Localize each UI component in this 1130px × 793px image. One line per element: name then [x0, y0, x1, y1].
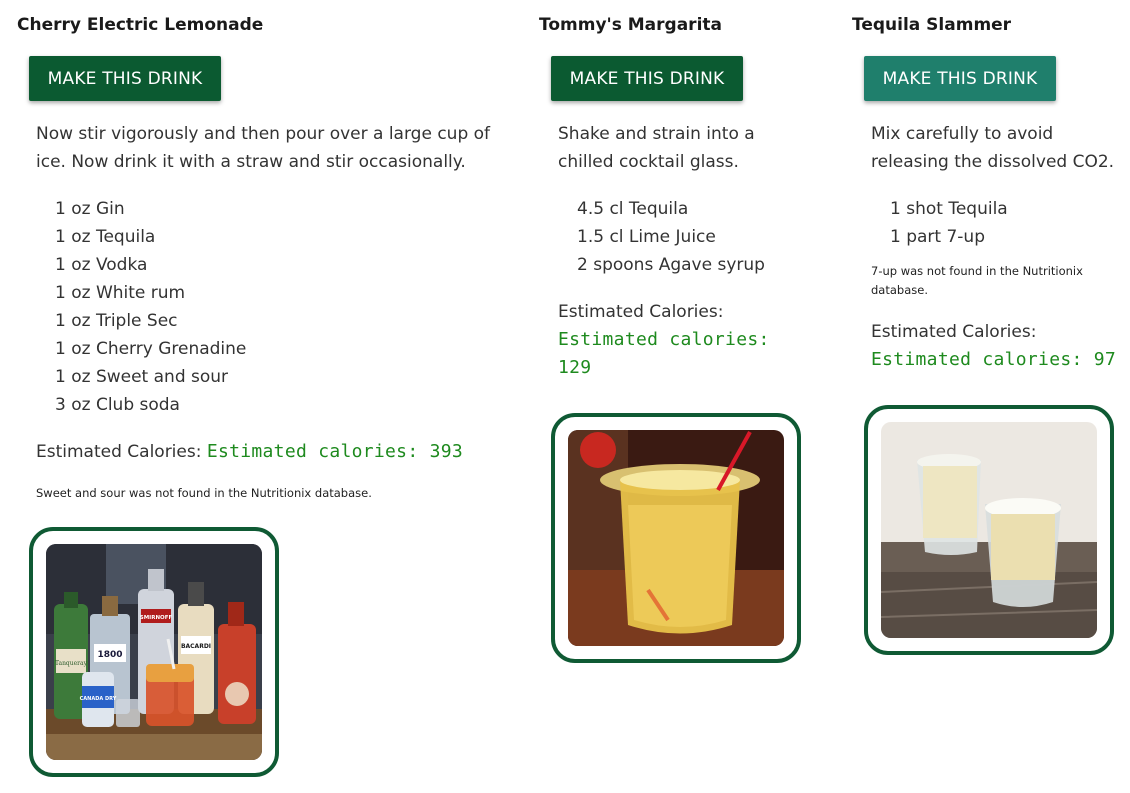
ingredient-item: 1 oz Triple Sec — [55, 311, 178, 331]
bottles-photo-illustration: Tanqueray 1800 SMIRNOFF BACARDI CANADA D… — [46, 544, 262, 760]
drink-title: Tommy's Margarita — [539, 15, 722, 35]
ingredient-list: 1 shot Tequila 1 part 7-up — [890, 195, 1008, 251]
ingredient-list: 4.5 cl Tequila 1.5 cl Lime Juice 2 spoon… — [577, 195, 765, 279]
drink-photo-frame — [551, 413, 801, 663]
drink-photo-frame — [864, 405, 1114, 655]
margarita-photo-illustration — [568, 430, 784, 646]
photo-label-tanqueray: Tanqueray — [55, 660, 88, 667]
drink-instructions: Now stir vigorously and then pour over a… — [36, 124, 491, 172]
calories-value: Estimated calories: 393 — [206, 441, 464, 462]
ingredient-item: 3 oz Club soda — [55, 395, 180, 415]
ingredient-item: 2 spoons Agave syrup — [577, 255, 765, 275]
calories-row: Estimated Calories: Estimated calories: … — [36, 438, 463, 466]
calories-label: Estimated Calories: — [36, 442, 202, 462]
drink-title: Tequila Slammer — [852, 15, 1012, 35]
calories-value: Estimated calories: 129 — [558, 329, 770, 378]
drink-card-tequila-slammer: Tequila Slammer MAKE THIS DRINK Mix care… — [852, 0, 1127, 655]
ingredient-item: 1 oz White rum — [55, 283, 186, 303]
ingredient-item: 1 oz Sweet and sour — [55, 367, 229, 387]
drink-instructions: Shake and strain into a chilled cocktail… — [558, 124, 755, 172]
drink-photo — [568, 430, 784, 646]
drink-instructions: Mix carefully to avoid releasing the dis… — [871, 124, 1115, 172]
ingredient-list: 1 oz Gin 1 oz Tequila 1 oz Vodka 1 oz Wh… — [55, 195, 246, 419]
drink-photo: Tanqueray 1800 SMIRNOFF BACARDI CANADA D… — [46, 544, 262, 760]
ingredient-item: 4.5 cl Tequila — [577, 199, 689, 219]
ingredient-item: 1 oz Vodka — [55, 255, 148, 275]
slammer-photo-illustration — [881, 422, 1097, 638]
ingredient-item: 1 shot Tequila — [890, 199, 1008, 219]
ingredient-item: 1.5 cl Lime Juice — [577, 227, 716, 247]
ingredient-item: 1 oz Cherry Grenadine — [55, 339, 247, 359]
photo-label-bacardi: BACARDI — [181, 643, 211, 650]
photo-label-1800: 1800 — [97, 650, 122, 660]
photo-label-canada-dry: CANADA DRY — [80, 696, 117, 702]
make-this-drink-button[interactable]: MAKE THIS DRINK — [864, 56, 1056, 101]
ingredient-item: 1 oz Gin — [55, 199, 125, 219]
nutrition-note: Sweet and sour was not found in the Nutr… — [36, 486, 372, 500]
make-this-drink-button[interactable]: MAKE THIS DRINK — [551, 56, 743, 101]
calories-value: Estimated calories: 97 — [871, 349, 1117, 370]
ingredient-item: 1 oz Tequila — [55, 227, 156, 247]
ingredient-item: 1 part 7-up — [890, 227, 986, 247]
make-this-drink-button[interactable]: MAKE THIS DRINK — [29, 56, 221, 101]
photo-label-smirnoff: SMIRNOFF — [140, 615, 173, 621]
drink-photo — [881, 422, 1097, 638]
drink-title: Cherry Electric Lemonade — [17, 15, 264, 35]
drink-card-tommys-margarita: Tommy's Margarita MAKE THIS DRINK Shake … — [539, 0, 829, 663]
drink-photo-frame: Tanqueray 1800 SMIRNOFF BACARDI CANADA D… — [29, 527, 279, 777]
calories-label: Estimated Calories: — [558, 302, 724, 322]
drink-card-cherry-electric-lemonade: Cherry Electric Lemonade MAKE THIS DRINK… — [17, 0, 507, 777]
nutrition-note: 7-up was not found in the Nutritionix da… — [871, 264, 1083, 297]
calories-label: Estimated Calories: — [871, 322, 1037, 342]
